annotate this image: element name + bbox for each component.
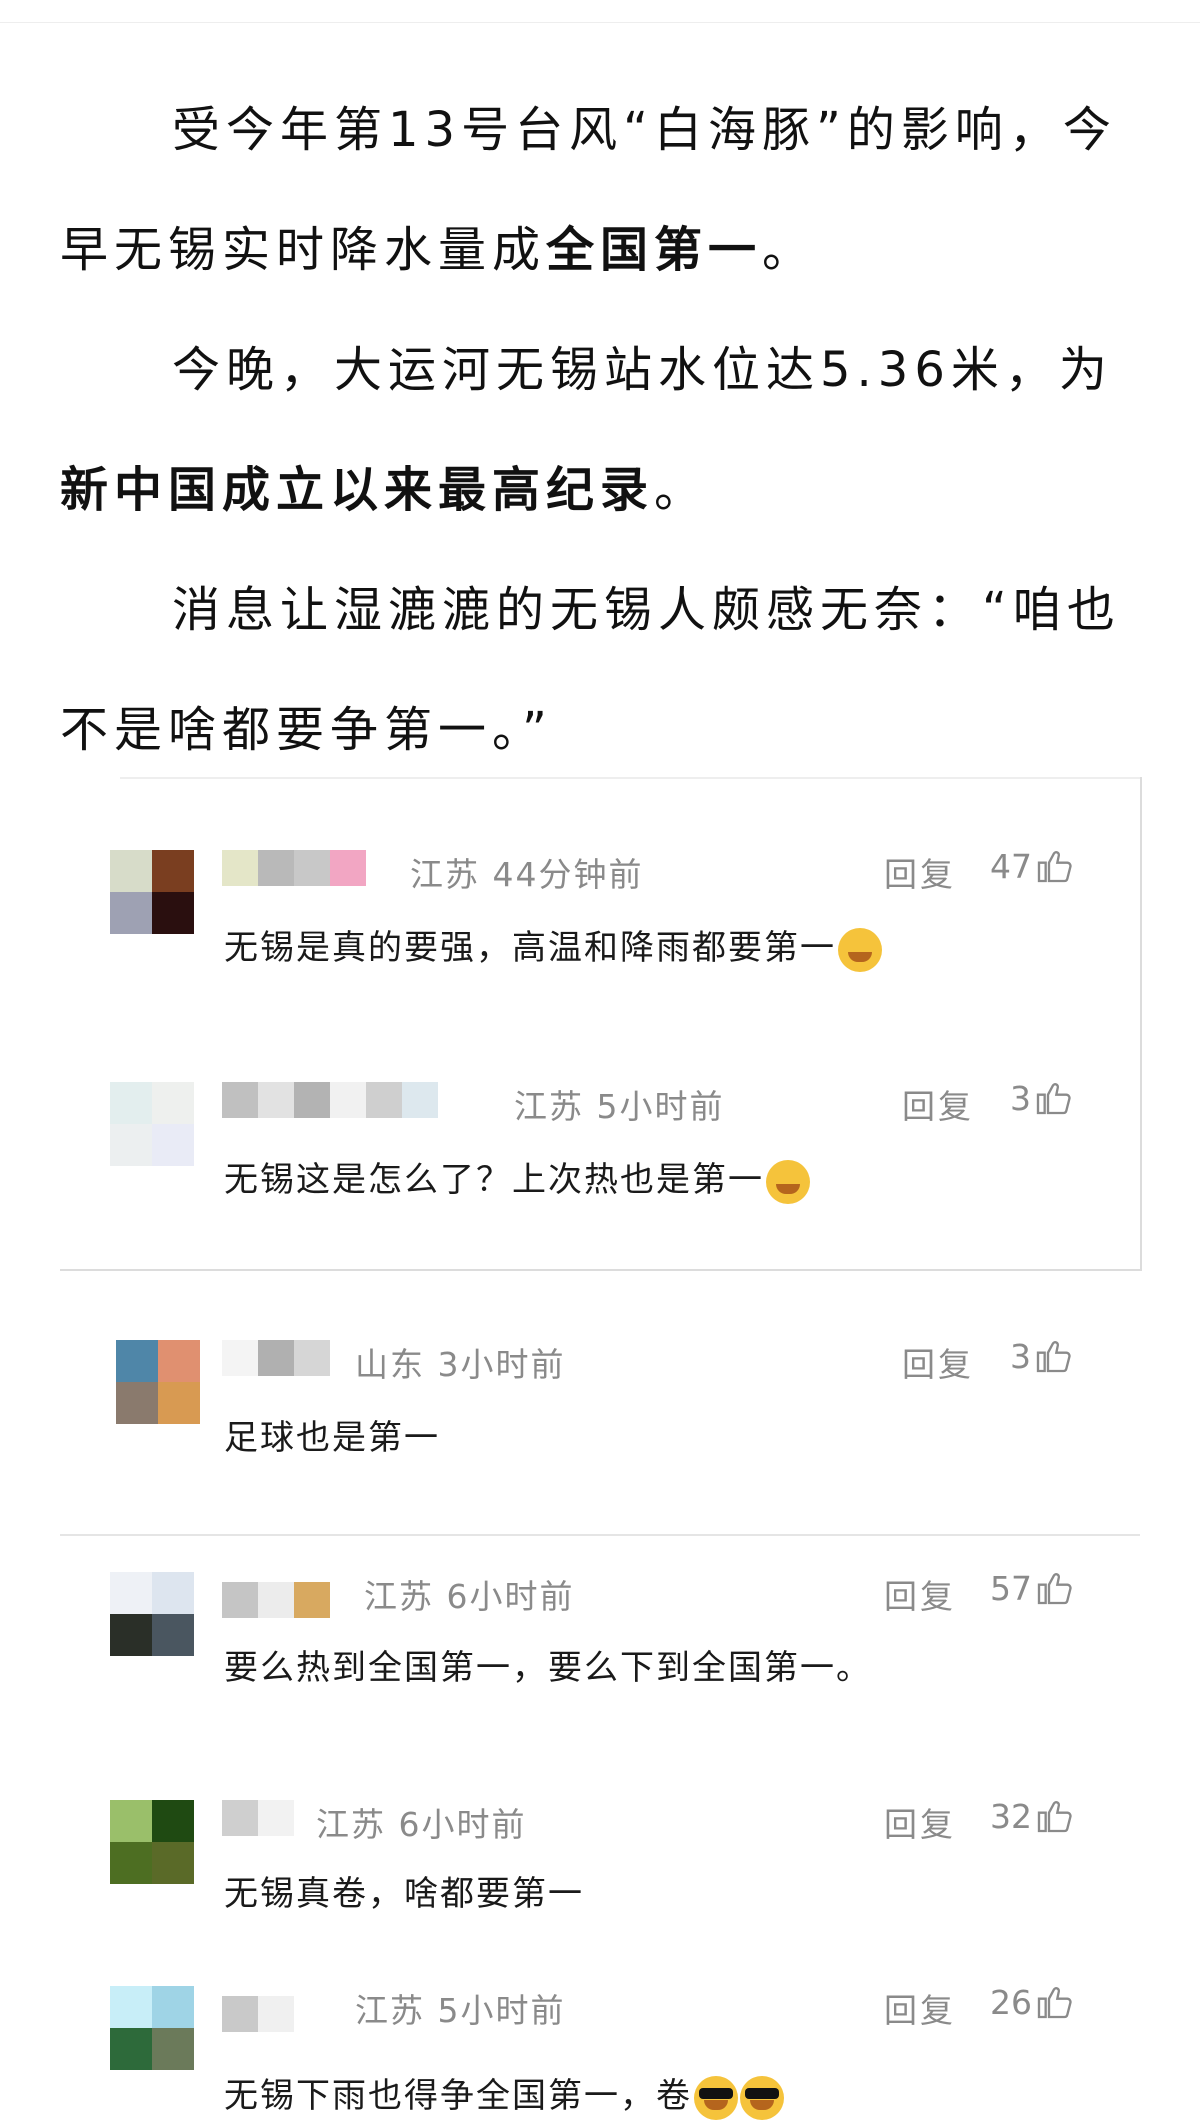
article-body: 受今年第13号台风“白海豚”的影响，今早无锡实时降水量成全国第一。 今晚，大运河… bbox=[60, 70, 1140, 790]
like-button[interactable]: 47 bbox=[990, 846, 1074, 886]
reply-button[interactable]: 回复 bbox=[902, 1338, 974, 1386]
paragraph-text: 消息让湿漉漉的无锡人颇感无奈：“咱也不是啥都要争第一。” bbox=[60, 582, 1121, 758]
bold-phrase: 全国第一 bbox=[546, 222, 763, 278]
comment-text: 无锡是真的要强，高温和降雨都要第一 bbox=[224, 920, 882, 972]
comment-text: 无锡下雨也得争全国第一，卷 bbox=[224, 2068, 784, 2120]
thumbs-up-icon bbox=[1037, 851, 1072, 883]
comment-text: 要么热到全国第一，要么下到全国第一。 bbox=[224, 1648, 872, 1688]
sunglasses-emoji-icon bbox=[694, 2075, 738, 2120]
article-paragraph-2: 今晚，大运河无锡站水位达5.36米，为新中国成立以来最高纪录。 bbox=[60, 310, 1140, 550]
avatar[interactable] bbox=[116, 1340, 200, 1424]
paragraph-text: 今晚，大运河无锡站水位达5.36米，为 bbox=[172, 342, 1113, 398]
like-button[interactable]: 26 bbox=[990, 1982, 1074, 2022]
article-paragraph-1: 受今年第13号台风“白海豚”的影响，今早无锡实时降水量成全国第一。 bbox=[60, 70, 1140, 310]
comment-meta: 江苏 44分钟前 bbox=[410, 855, 644, 894]
like-button[interactable]: 57 bbox=[990, 1568, 1074, 1608]
username-blurred[interactable] bbox=[222, 1582, 330, 1618]
article-paragraph-3: 消息让湿漉漉的无锡人颇感无奈：“咱也不是啥都要争第一。” bbox=[60, 550, 1140, 790]
avatar[interactable] bbox=[110, 850, 194, 934]
like-button[interactable]: 32 bbox=[990, 1796, 1074, 1836]
username-blurred[interactable] bbox=[222, 1340, 330, 1376]
like-button[interactable]: 3 bbox=[1010, 1336, 1073, 1376]
comment-meta: 山东 3小时前 bbox=[355, 1345, 566, 1384]
reply-button[interactable]: 回复 bbox=[884, 848, 956, 896]
reply-button[interactable]: 回复 bbox=[884, 1984, 956, 2032]
username-blurred[interactable] bbox=[222, 850, 366, 886]
like-count: 3 bbox=[1010, 1336, 1031, 1376]
reply-button[interactable]: 回复 bbox=[884, 1570, 956, 1618]
facepalm-emoji-icon bbox=[766, 1159, 810, 1204]
sunglasses-emoji-icon bbox=[740, 2075, 784, 2120]
thumbs-up-icon bbox=[1036, 1341, 1071, 1373]
bold-phrase: 新中国成立以来最高纪录 bbox=[60, 462, 655, 518]
comment-text-content: 无锡是真的要强，高温和降雨都要第一 bbox=[224, 928, 836, 968]
avatar[interactable] bbox=[110, 1800, 194, 1884]
like-count: 3 bbox=[1010, 1078, 1031, 1118]
username-blurred[interactable] bbox=[222, 1800, 294, 1836]
like-count: 26 bbox=[990, 1982, 1032, 2022]
paragraph-text: 。 bbox=[762, 222, 817, 278]
like-button[interactable]: 3 bbox=[1010, 1078, 1073, 1118]
username-blurred[interactable] bbox=[222, 1996, 294, 2032]
top-bar bbox=[0, 0, 1200, 23]
avatar[interactable] bbox=[110, 1986, 194, 2070]
comment-divider bbox=[60, 1534, 1140, 1536]
comment-meta: 江苏 6小时前 bbox=[364, 1577, 575, 1616]
username-blurred[interactable] bbox=[222, 1082, 438, 1118]
like-count: 57 bbox=[990, 1568, 1032, 1608]
avatar[interactable] bbox=[110, 1572, 194, 1656]
like-count: 32 bbox=[990, 1796, 1032, 1836]
comment-meta: 江苏 5小时前 bbox=[514, 1087, 725, 1126]
thumbs-up-icon bbox=[1037, 1801, 1072, 1833]
comment-text: 足球也是第一 bbox=[224, 1418, 440, 1458]
comment-meta: 江苏 5小时前 bbox=[355, 1991, 566, 2030]
avatar[interactable] bbox=[110, 1082, 194, 1166]
facepalm-emoji-icon bbox=[838, 927, 882, 972]
comment-meta: 江苏 6小时前 bbox=[316, 1805, 527, 1844]
thread-divider bbox=[120, 777, 1140, 779]
paragraph-text: 。 bbox=[654, 462, 709, 518]
comment-text: 无锡真卷，啥都要第一 bbox=[224, 1874, 584, 1914]
like-count: 47 bbox=[990, 846, 1032, 886]
thumbs-up-icon bbox=[1037, 1573, 1072, 1605]
comment-text-content: 无锡下雨也得争全国第一，卷 bbox=[224, 2076, 692, 2116]
thumbs-up-icon bbox=[1036, 1083, 1071, 1115]
comment-text: 无锡这是怎么了？上次热也是第一 bbox=[224, 1152, 810, 1204]
comment-text-content: 无锡这是怎么了？上次热也是第一 bbox=[224, 1160, 764, 1200]
thumbs-up-icon bbox=[1037, 1987, 1072, 2019]
reply-button[interactable]: 回复 bbox=[884, 1798, 956, 1846]
reply-button[interactable]: 回复 bbox=[902, 1080, 974, 1128]
